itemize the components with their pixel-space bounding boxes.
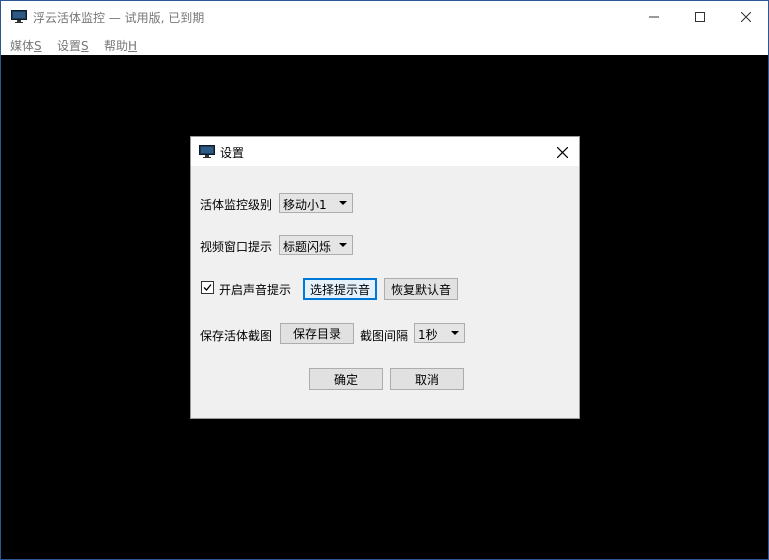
sound-label: 开启声音提示	[219, 283, 292, 297]
maximize-button[interactable]	[677, 1, 723, 33]
title-bar[interactable]: 浮云活体监控 — 试用版, 已到期	[1, 1, 768, 33]
minimize-button[interactable]	[631, 1, 677, 33]
cancel-button[interactable]: 取消	[390, 368, 464, 390]
menu-bar: 媒体S 设置S 帮助H	[1, 33, 768, 55]
dialog-title: 设置	[220, 146, 245, 160]
menu-media[interactable]: 媒体S	[10, 37, 42, 54]
minimize-icon	[649, 16, 659, 18]
chevron-down-icon	[451, 331, 459, 335]
choose-sound-button[interactable]: 选择提示音	[303, 278, 377, 300]
window-title: 浮云活体监控 — 试用版, 已到期	[33, 11, 205, 25]
monitor-icon	[199, 145, 215, 158]
save-screenshot-label: 保存活体截图	[200, 329, 273, 343]
interval-label: 截图间隔	[360, 329, 409, 343]
settings-dialog: 设置 活体监控级别 移动小1 视频窗口提示 标题闪烁 开启声音提示 选择提示音 …	[190, 136, 580, 419]
checkmark-icon	[203, 284, 212, 291]
save-directory-button[interactable]: 保存目录	[280, 323, 354, 344]
maximize-icon	[695, 12, 705, 22]
close-icon	[741, 12, 751, 22]
dialog-close-button[interactable]	[551, 141, 573, 163]
close-icon	[556, 146, 568, 158]
monitor-level-label: 活体监控级别	[200, 198, 273, 212]
ok-button[interactable]: 确定	[309, 368, 383, 390]
video-prompt-label: 视频窗口提示	[200, 240, 273, 254]
menu-settings[interactable]: 设置S	[57, 37, 89, 54]
video-prompt-select[interactable]: 标题闪烁	[279, 235, 353, 255]
restore-default-sound-button[interactable]: 恢复默认音	[384, 278, 458, 300]
chevron-down-icon	[339, 201, 347, 205]
monitor-level-select[interactable]: 移动小1	[279, 193, 353, 213]
interval-select[interactable]: 1秒	[414, 323, 465, 343]
dialog-title-bar[interactable]: 设置	[191, 137, 579, 166]
chevron-down-icon	[339, 243, 347, 247]
monitor-icon	[11, 10, 27, 23]
sound-checkbox[interactable]	[201, 281, 214, 294]
menu-help[interactable]: 帮助H	[104, 37, 137, 54]
close-button[interactable]	[723, 1, 769, 33]
